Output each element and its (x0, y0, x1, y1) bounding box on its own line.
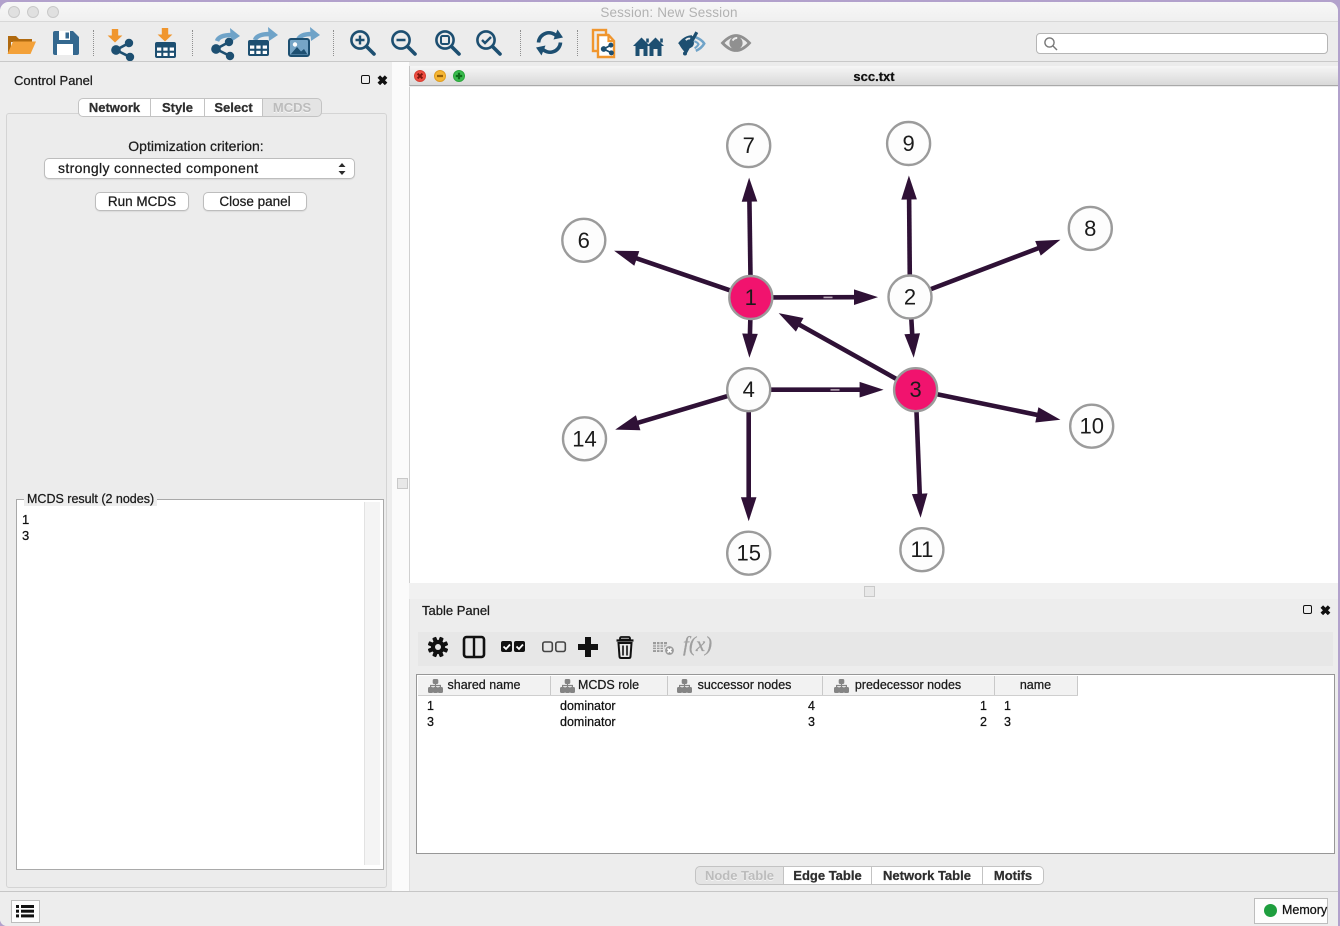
svg-text:11: 11 (910, 537, 933, 562)
svg-text:4: 4 (743, 377, 755, 402)
svg-text:10: 10 (1079, 414, 1103, 439)
svg-text:8: 8 (1084, 216, 1096, 241)
svg-text:3: 3 (909, 377, 921, 402)
svg-text:6: 6 (578, 228, 590, 253)
svg-text:9: 9 (902, 131, 914, 156)
svg-text:15: 15 (736, 541, 760, 566)
svg-text:14: 14 (572, 426, 596, 451)
svg-text:2: 2 (904, 285, 916, 310)
svg-text:1: 1 (745, 285, 757, 310)
svg-text:7: 7 (743, 133, 755, 158)
